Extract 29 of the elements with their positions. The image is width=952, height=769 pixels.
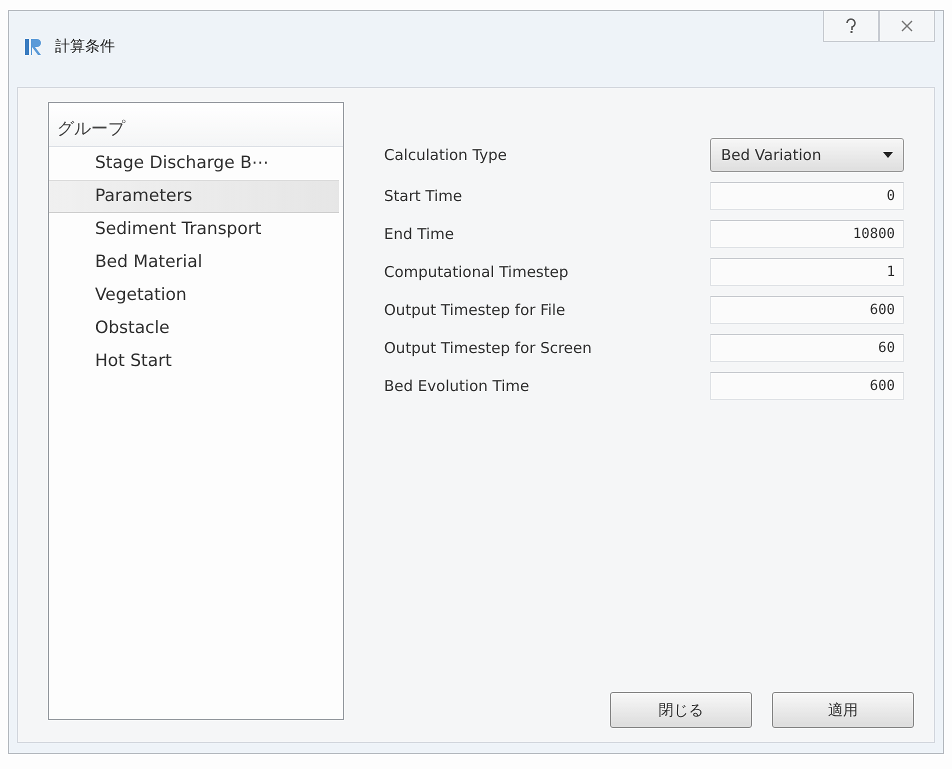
- group-list-item[interactable]: Parameters: [49, 180, 339, 213]
- field-label: Computational Timestep: [384, 263, 568, 281]
- number-field[interactable]: 600: [710, 296, 904, 324]
- field-label: Bed Evolution Time: [384, 377, 530, 395]
- number-field[interactable]: 60: [710, 334, 904, 362]
- calculation-type-dropdown[interactable]: Bed Variation: [710, 138, 904, 172]
- close-dialog-button[interactable]: 閉じる: [610, 692, 752, 728]
- group-list-item[interactable]: Hot Start: [49, 345, 339, 378]
- close-icon: [900, 20, 914, 32]
- group-list-item[interactable]: Vegetation: [49, 279, 339, 312]
- window-title: 計算条件: [55, 36, 115, 56]
- group-list-item[interactable]: Sediment Transport: [49, 213, 339, 246]
- number-field[interactable]: 0: [710, 182, 904, 210]
- caret-icon: [883, 152, 893, 158]
- field-label: End Time: [384, 225, 454, 243]
- group-list-item[interactable]: Bed Material: [49, 246, 339, 279]
- close-button[interactable]: [879, 11, 935, 42]
- group-list-item[interactable]: Obstacle: [49, 312, 339, 345]
- number-field[interactable]: 600: [710, 372, 904, 400]
- field-label: Calculation Type: [384, 146, 507, 164]
- group-list-item[interactable]: Stage Discharge B⋯: [49, 147, 339, 180]
- help-button[interactable]: [823, 11, 879, 42]
- number-field[interactable]: 10800: [710, 220, 904, 248]
- field-label: Start Time: [384, 187, 462, 205]
- number-field[interactable]: 1: [710, 258, 904, 286]
- apply-button[interactable]: 適用: [772, 692, 914, 728]
- field-label: Output Timestep for Screen: [384, 339, 592, 357]
- field-label: Output Timestep for File: [384, 301, 566, 319]
- help-icon: [845, 18, 857, 34]
